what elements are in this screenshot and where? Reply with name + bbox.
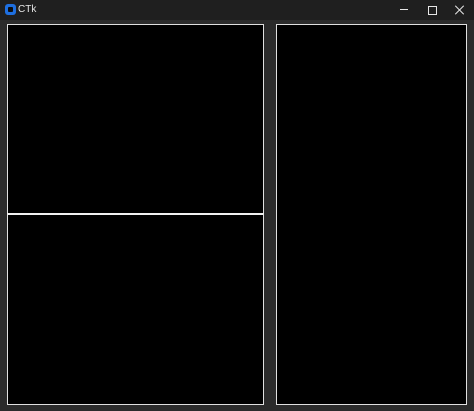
title-bar[interactable]: CTk <box>0 0 474 20</box>
minimize-button[interactable] <box>390 0 418 20</box>
maximize-button[interactable] <box>418 0 446 20</box>
close-icon <box>455 5 465 15</box>
minimize-icon <box>400 9 408 10</box>
right-panel[interactable] <box>276 24 467 405</box>
bottom-left-panel[interactable] <box>7 213 264 405</box>
close-button[interactable] <box>446 0 474 20</box>
app-window: CTk <box>0 0 474 411</box>
app-icon <box>5 4 16 15</box>
maximize-icon <box>428 6 437 15</box>
window-title: CTk <box>18 4 37 15</box>
top-left-panel[interactable] <box>7 24 264 215</box>
